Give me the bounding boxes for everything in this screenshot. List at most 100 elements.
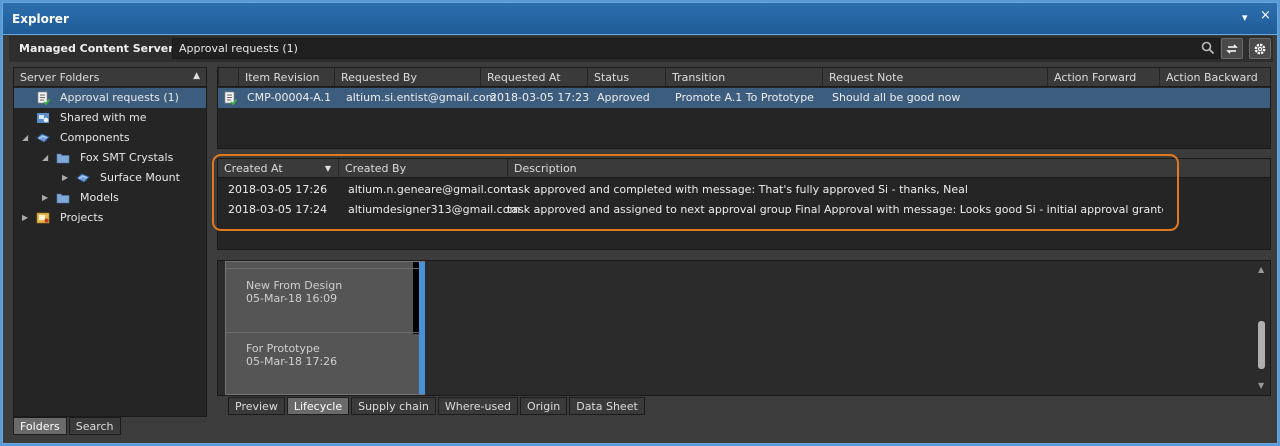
component-type-icon [76, 173, 90, 183]
lifecycle-stage-list: New From Design 05-Mar-18 16:09 For Prot… [225, 261, 425, 395]
cell-description: task approved and assigned to next appro… [507, 203, 1163, 216]
search-icon[interactable] [1201, 41, 1215, 55]
stage-name: New From Design [246, 279, 343, 292]
column-header-action-backward[interactable]: Action Backward [1159, 68, 1265, 87]
column-header-icon [218, 68, 238, 87]
stage-date: 05-Mar-18 17:26 [246, 355, 338, 368]
cell-description: task approved and completed with message… [507, 183, 968, 196]
tab-supply-chain[interactable]: Supply chain [351, 397, 436, 415]
tree-item-label: Surface Mount [100, 171, 180, 184]
column-header-transition[interactable]: Transition [665, 68, 822, 87]
collapse-up-icon[interactable]: ▲ [193, 71, 200, 81]
stage-separator [226, 268, 420, 269]
tree-item-shared-with-me[interactable]: Shared with me [14, 108, 206, 128]
tree-item-projects[interactable]: ▶ Projects [14, 208, 206, 228]
scroll-up-icon[interactable]: ▲ [1258, 265, 1264, 274]
lifecycle-stage-new-from-design[interactable]: New From Design 05-Mar-18 16:09 [246, 279, 342, 305]
tab-search[interactable]: Search [68, 417, 121, 435]
server-selector-label: Managed Content Server [19, 42, 174, 55]
detail-tabs: Preview Lifecycle Supply chain Where-used Or… [228, 397, 647, 417]
tree-item-components[interactable]: ◢ Components [14, 128, 206, 148]
approval-doc-icon [224, 91, 237, 105]
table-row[interactable]: 2018-03-05 17:24 altiumdesigner313@gmail… [218, 200, 1270, 220]
tree-item-label: Components [60, 131, 130, 144]
pin-menu-icon[interactable]: ▾ [1242, 12, 1248, 24]
cell-item-revision: CMP-00004-A.1 [247, 91, 332, 104]
tree-item-approval-requests[interactable]: Approval requests (1) [14, 88, 206, 108]
title-bar: Explorer ▾ × [3, 3, 1277, 35]
server-folders-title: Server Folders [20, 71, 100, 84]
approval-requests-grid: Item Revision Requested By Requested At … [217, 67, 1271, 149]
address-text: Approval requests (1) [179, 42, 298, 55]
column-header-label: Created At [224, 162, 283, 175]
tab-data-sheet[interactable]: Data Sheet [569, 397, 645, 415]
column-header-created-by[interactable]: Created By [338, 159, 507, 178]
column-header-status[interactable]: Status [587, 68, 665, 87]
refresh-icon [1226, 43, 1238, 54]
cell-status: Approved [597, 91, 650, 104]
sort-descending-icon: ▼ [324, 164, 331, 173]
cell-created-by: altium.n.geneare@gmail.com [348, 183, 511, 196]
tree-item-label: Projects [60, 211, 104, 224]
cell-request-note: Should all be good now [832, 91, 961, 104]
tree-item-label: Shared with me [60, 111, 147, 124]
tree-item-label: Fox SMT Crystals [80, 151, 174, 164]
cell-created-at: 2018-03-05 17:24 [228, 203, 328, 216]
stage-separator [226, 332, 420, 333]
tab-folders[interactable]: Folders [13, 417, 67, 435]
stage-date: 05-Mar-18 16:09 [246, 292, 338, 305]
vertical-scrollbar[interactable]: ▲ ▼ [1256, 265, 1268, 393]
column-header-description[interactable]: Description [507, 159, 1272, 178]
lifecycle-view: New From Design 05-Mar-18 16:09 For Prot… [217, 260, 1271, 396]
scroll-down-icon[interactable]: ▼ [1258, 381, 1264, 390]
cell-created-at: 2018-03-05 17:26 [228, 183, 328, 196]
tab-lifecycle[interactable]: Lifecycle [286, 397, 350, 415]
refresh-button[interactable] [1221, 38, 1243, 59]
lifecycle-current-indicator [419, 262, 425, 394]
tab-where-used[interactable]: Where-used [437, 397, 518, 415]
cell-requested-by: altium.si.entist@gmail.com [346, 91, 497, 104]
folder-icon [56, 153, 70, 164]
tree-item-label: Models [80, 191, 119, 204]
column-header-requested-by[interactable]: Requested By [334, 68, 480, 87]
tree-item-label: Approval requests (1) [60, 91, 179, 104]
close-icon[interactable]: × [1260, 9, 1271, 22]
scrollbar-thumb[interactable] [1258, 321, 1265, 369]
explorer-panel: Explorer ▾ × Managed Content Server▼ App… [2, 2, 1278, 444]
left-panel-tabs: Folders Search [13, 417, 123, 437]
tree-item-fox-smt-crystals[interactable]: ◢ Fox SMT Crystals [14, 148, 206, 168]
grid-header: Created At ▼ Created By Description [218, 159, 1270, 178]
tab-origin[interactable]: Origin [519, 397, 568, 415]
shared-folder-icon [37, 113, 49, 123]
column-header-request-note[interactable]: Request Note [822, 68, 1047, 87]
server-selector[interactable]: Managed Content Server▼ [19, 42, 183, 55]
server-folders-header: Server Folders ▲ [14, 68, 206, 87]
lifecycle-stage-for-prototype[interactable]: For Prototype 05-Mar-18 17:26 [246, 342, 337, 368]
cell-requested-at: 2018-03-05 17:23 [490, 91, 590, 104]
tree-item-models[interactable]: ▶ Models [14, 188, 206, 208]
column-header-requested-at[interactable]: Requested At [480, 68, 587, 87]
column-header-item-revision[interactable]: Item Revision [238, 68, 334, 87]
stage-name: For Prototype [246, 342, 320, 355]
column-header-created-at[interactable]: Created At ▼ [218, 159, 338, 178]
expanded-arrow-icon[interactable]: ◢ [42, 148, 48, 168]
address-bar[interactable]: Approval requests (1) [172, 38, 1220, 59]
expanded-arrow-icon[interactable]: ◢ [22, 128, 28, 148]
grid-header: Item Revision Requested By Requested At … [218, 68, 1270, 87]
table-row[interactable]: CMP-00004-A.1 altium.si.entist@gmail.com… [218, 88, 1270, 108]
approval-doc-icon [37, 91, 50, 105]
collapsed-arrow-icon[interactable]: ▶ [42, 188, 48, 208]
tree-item-surface-mount[interactable]: ▶ Surface Mount [14, 168, 206, 188]
settings-button[interactable] [1249, 38, 1271, 59]
column-header-action-forward[interactable]: Action Forward [1047, 68, 1159, 87]
tab-preview[interactable]: Preview [228, 397, 285, 415]
folder-icon [56, 193, 70, 204]
collapsed-arrow-icon[interactable]: ▶ [22, 208, 28, 228]
gear-icon [1254, 43, 1266, 54]
server-folders-panel: Server Folders ▲ Approval requests (1) S… [13, 67, 207, 417]
table-row[interactable]: 2018-03-05 17:26 altium.n.geneare@gmail.… [218, 180, 1270, 200]
cell-transition: Promote A.1 To Prototype [675, 91, 814, 104]
cell-created-by: altiumdesigner313@gmail.com [348, 203, 521, 216]
collapsed-arrow-icon[interactable]: ▶ [62, 168, 68, 188]
panel-title: Explorer [12, 12, 69, 26]
